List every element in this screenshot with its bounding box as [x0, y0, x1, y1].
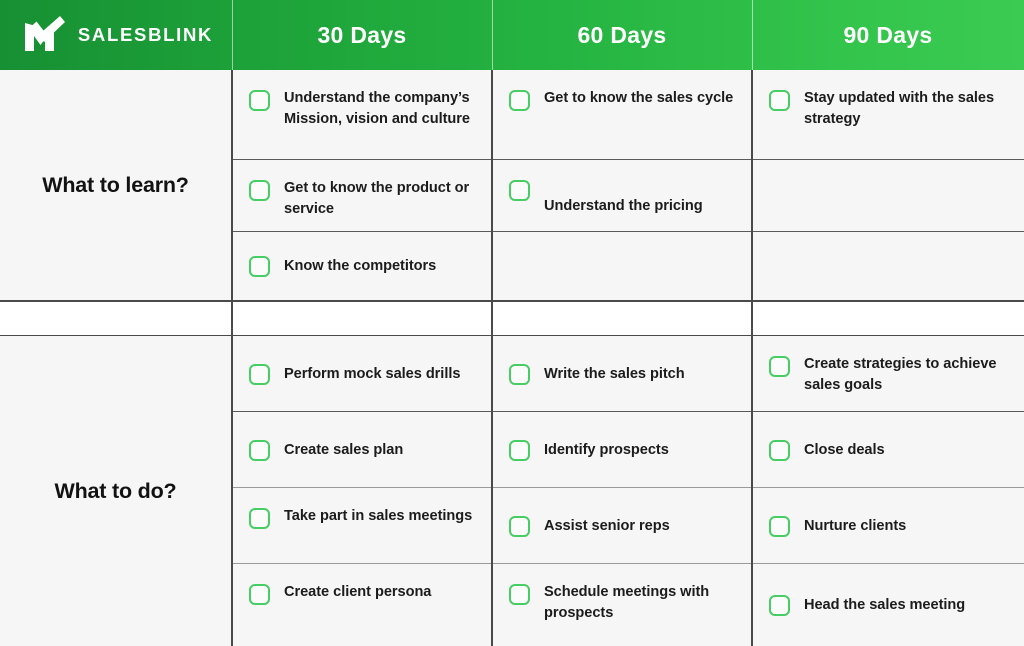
task-cell[interactable]: Take part in sales meetings — [231, 488, 491, 564]
checkbox-icon[interactable] — [769, 90, 790, 111]
checkbox-icon[interactable] — [509, 90, 530, 111]
task-cell[interactable]: Perform mock sales drills — [231, 336, 491, 412]
task-label: Assist senior reps — [544, 517, 670, 534]
column-60-days: Get to know the sales cycle Understand t… — [491, 70, 751, 646]
task-cell[interactable]: Know the competitors — [231, 232, 491, 300]
checkbox-icon[interactable] — [249, 584, 270, 605]
task-cell-empty — [491, 232, 751, 300]
task-cell[interactable]: Nurture clients — [751, 488, 1024, 564]
task-label: Identify prospects — [544, 441, 669, 458]
task-label: Take part in sales meetings — [284, 508, 473, 524]
task-cell[interactable]: Create sales plan — [231, 412, 491, 488]
task-label: Create strategies to achieve sales goals — [804, 356, 997, 393]
brand-name: SALESBLINK — [77, 24, 214, 45]
task-cell[interactable]: Stay updated with the sales strategy — [751, 70, 1024, 160]
task-label: Understand the pricing — [544, 198, 703, 214]
task-cell[interactable]: Close deals — [751, 412, 1024, 488]
table-body: What to learn? What to do? Understand th… — [0, 70, 1024, 646]
onboarding-checklist-board: SALESBLINK 30 Days 60 Days 90 Days What … — [0, 0, 1024, 646]
checkbox-icon[interactable] — [249, 508, 270, 529]
task-label: Get to know the sales cycle — [544, 90, 734, 106]
salesblink-logo: SALESBLINK — [19, 15, 213, 55]
task-label: Write the sales pitch — [544, 365, 685, 382]
task-label: Head the sales meeting — [804, 596, 966, 613]
checkbox-icon[interactable] — [249, 90, 270, 111]
checkbox-icon[interactable] — [509, 584, 530, 605]
task-cell[interactable]: Get to know the product or service — [231, 160, 491, 232]
header-col-90-days: 90 Days — [752, 0, 1024, 70]
checkbox-icon[interactable] — [769, 439, 790, 461]
column-30-days: Understand the company’s Mission, vision… — [231, 70, 491, 646]
column-divider — [231, 70, 233, 646]
task-cell[interactable]: Create strategies to achieve sales goals — [751, 336, 1024, 412]
header-col-30-days: 30 Days — [232, 0, 492, 70]
column-90-days: Stay updated with the sales strategy Cre… — [751, 70, 1024, 646]
task-label: Understand the company’s Mission, vision… — [284, 90, 470, 127]
column-divider — [491, 70, 493, 646]
column-divider — [751, 70, 753, 646]
table-header: SALESBLINK 30 Days 60 Days 90 Days — [0, 0, 1024, 70]
brand-logo-cell: SALESBLINK — [0, 0, 232, 70]
header-col-60-days: 60 Days — [492, 0, 752, 70]
checkbox-icon[interactable] — [509, 180, 530, 201]
task-cell[interactable]: Create client persona — [231, 564, 491, 646]
checkbox-icon[interactable] — [509, 515, 530, 537]
salesblink-checkmark-m-logo-icon — [24, 16, 65, 51]
task-cell[interactable]: Head the sales meeting — [751, 564, 1024, 646]
task-label: Create client persona — [284, 584, 432, 600]
task-label: Close deals — [804, 441, 885, 458]
section-separator-band — [0, 300, 1024, 336]
task-cell[interactable]: Get to know the sales cycle — [491, 70, 751, 160]
section-label-text: What to do? — [54, 478, 177, 503]
task-cell[interactable]: Assist senior reps — [491, 488, 751, 564]
section-label-what-to-do: What to do? — [0, 336, 231, 646]
header-label-30-days: 30 Days — [317, 21, 407, 48]
header-label-60-days: 60 Days — [577, 21, 667, 48]
checkbox-icon[interactable] — [509, 439, 530, 461]
task-label: Perform mock sales drills — [284, 365, 461, 382]
task-label: Nurture clients — [804, 517, 907, 534]
checkbox-icon[interactable] — [249, 363, 270, 385]
task-label: Know the competitors — [284, 257, 437, 274]
task-cell[interactable]: Understand the pricing — [491, 160, 751, 232]
checkbox-icon[interactable] — [769, 356, 790, 377]
checkbox-icon[interactable] — [769, 515, 790, 537]
task-cell[interactable]: Understand the company’s Mission, vision… — [231, 70, 491, 160]
section-label-what-to-learn: What to learn? — [0, 70, 231, 300]
checkbox-icon[interactable] — [249, 180, 270, 201]
task-cell[interactable]: Schedule meetings with prospects — [491, 564, 751, 646]
checkbox-icon[interactable] — [249, 439, 270, 461]
task-cell[interactable]: Identify prospects — [491, 412, 751, 488]
task-label: Create sales plan — [284, 441, 404, 458]
task-cell[interactable]: Write the sales pitch — [491, 336, 751, 412]
task-label: Schedule meetings with prospects — [544, 584, 710, 621]
header-label-90-days: 90 Days — [843, 21, 933, 48]
task-cell-empty — [751, 232, 1024, 300]
checkbox-icon[interactable] — [769, 594, 790, 616]
task-label: Stay updated with the sales strategy — [804, 90, 995, 127]
task-label: Get to know the product or service — [284, 180, 470, 217]
checkbox-icon[interactable] — [509, 363, 530, 385]
task-cell-empty — [751, 160, 1024, 232]
section-label-text: What to learn? — [42, 172, 189, 197]
checkbox-icon[interactable] — [249, 255, 270, 277]
